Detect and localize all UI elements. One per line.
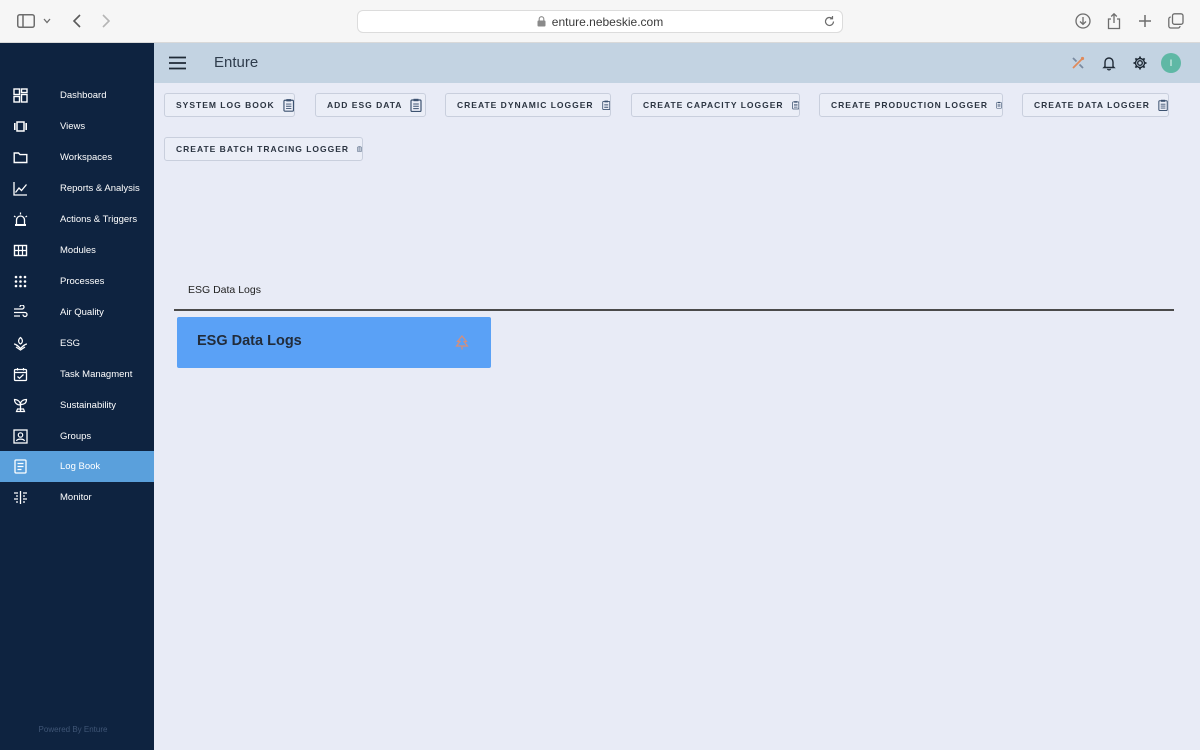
system-log-book-button[interactable]: SYSTEM LOG BOOK — [164, 93, 295, 117]
button-label: ADD ESG DATA — [327, 100, 403, 110]
clipboard-icon — [601, 100, 610, 111]
dashboard-icon — [13, 88, 28, 103]
url-text: enture.nebeskie.com — [551, 14, 664, 29]
clipboard-icon — [996, 101, 1002, 109]
line-chart-icon — [13, 182, 27, 196]
sidebar-item-sustainability[interactable]: Sustainability — [0, 390, 154, 421]
sidebar-item-modules[interactable]: Modules — [0, 235, 154, 266]
clipboard-icon — [357, 146, 362, 152]
views-icon — [14, 121, 27, 132]
calendar-check-icon — [13, 368, 28, 382]
forward-icon[interactable] — [96, 11, 116, 31]
card-title: ESG Data Logs — [197, 333, 302, 349]
new-tab-icon[interactable] — [1135, 11, 1155, 31]
create-data-logger-button[interactable]: CREATE DATA LOGGER — [1022, 93, 1169, 117]
tab-esg-data-logs[interactable]: ESG Data Logs — [188, 284, 261, 296]
bell-icon[interactable] — [1101, 55, 1117, 71]
sidebar-item-label: Reports & Analysis — [60, 183, 140, 194]
sidebar-item-processes[interactable]: Processes — [0, 266, 154, 297]
sidebar-item-label: ESG — [60, 338, 81, 349]
button-label: CREATE DYNAMIC LOGGER — [457, 100, 594, 110]
document-icon — [14, 459, 27, 474]
lock-icon — [537, 16, 546, 27]
sidebar-item-groups[interactable]: Groups — [0, 421, 154, 452]
download-icon[interactable] — [1073, 11, 1093, 31]
sidebar-item-actions[interactable]: Actions & Triggers — [0, 204, 154, 235]
groups-icon — [13, 429, 28, 444]
tree-icon — [455, 335, 469, 350]
tab-underline — [174, 309, 1174, 311]
wind-icon — [14, 305, 28, 318]
sidebar-item-label: Air Quality — [60, 307, 104, 318]
add-esg-data-button[interactable]: ADD ESG DATA — [315, 93, 426, 117]
sidebar-item-label: Log Book — [60, 461, 101, 472]
avatar[interactable]: I — [1161, 53, 1181, 73]
sidebar-item-label: Workspaces — [60, 152, 113, 163]
sidebar-item-label: Modules — [60, 245, 96, 256]
reload-icon[interactable] — [823, 15, 836, 28]
sidebar-item-label: Groups — [60, 431, 92, 442]
button-label: CREATE DATA LOGGER — [1034, 100, 1150, 110]
dots-grid-icon — [14, 275, 27, 288]
sidebar-item-dashboard[interactable]: Dashboard — [0, 80, 154, 111]
sidebar-item-monitor[interactable]: Monitor — [0, 482, 154, 513]
tools-icon[interactable] — [1070, 55, 1086, 71]
create-production-logger-button[interactable]: CREATE PRODUCTION LOGGER — [819, 93, 1003, 117]
button-label: CREATE CAPACITY LOGGER — [643, 100, 784, 110]
button-label: CREATE BATCH TRACING LOGGER — [176, 144, 350, 154]
sidebar-item-label: Views — [60, 121, 86, 132]
leaf-hand-icon — [13, 336, 28, 351]
sidebar-item-label: Dashboard — [60, 90, 107, 101]
sidebar: Dashboard Views Workspaces Reports & Ana… — [0, 43, 154, 750]
menu-icon[interactable] — [169, 56, 186, 70]
plant-icon — [13, 398, 28, 413]
tab-overview-icon[interactable] — [1166, 11, 1186, 31]
gear-icon[interactable] — [1132, 55, 1148, 71]
clipboard-icon — [410, 98, 423, 112]
sidebar-item-task-managment[interactable]: Task Managment — [0, 359, 154, 390]
browser-toolbar: enture.nebeskie.com — [0, 0, 1200, 43]
back-icon[interactable] — [67, 11, 87, 31]
sidebar-item-workspaces[interactable]: Workspaces — [0, 142, 154, 173]
button-label: SYSTEM LOG BOOK — [176, 100, 275, 110]
sidebar-toggle-icon[interactable] — [16, 11, 36, 31]
sidebar-item-log-book[interactable]: Log Book — [0, 451, 154, 482]
sidebar-item-esg[interactable]: ESG — [0, 328, 154, 359]
create-batch-tracing-logger-button[interactable]: CREATE BATCH TRACING LOGGER — [164, 137, 363, 161]
sidebar-item-views[interactable]: Views — [0, 111, 154, 142]
app-header: Enture I — [154, 43, 1200, 83]
sidebar-item-label: Task Managment — [60, 369, 133, 380]
sidebar-item-reports[interactable]: Reports & Analysis — [0, 173, 154, 204]
sidebar-item-label: Sustainability — [60, 400, 116, 411]
address-bar[interactable]: enture.nebeskie.com — [357, 10, 843, 33]
sidebar-item-air-quality[interactable]: Air Quality — [0, 297, 154, 328]
sidebar-item-label: Processes — [60, 276, 105, 287]
clipboard-icon — [282, 99, 294, 112]
clipboard-icon — [1158, 99, 1168, 111]
clipboard-icon — [791, 101, 799, 110]
button-label: CREATE PRODUCTION LOGGER — [831, 100, 989, 110]
share-icon[interactable] — [1104, 11, 1124, 31]
app-title: Enture — [214, 54, 259, 71]
grid-icon — [13, 244, 28, 257]
powered-by-text: Powered By Enture — [38, 725, 108, 734]
create-dynamic-logger-button[interactable]: CREATE DYNAMIC LOGGER — [445, 93, 611, 117]
create-capacity-logger-button[interactable]: CREATE CAPACITY LOGGER — [631, 93, 800, 117]
sidebar-item-label: Actions & Triggers — [60, 214, 138, 225]
monitor-icon — [14, 491, 27, 504]
folder-icon — [13, 152, 28, 164]
alarm-light-icon — [13, 212, 28, 226]
esg-data-logs-card[interactable]: ESG Data Logs — [177, 317, 491, 368]
sidebar-item-label: Monitor — [60, 492, 92, 503]
chevron-down-icon[interactable] — [40, 11, 54, 31]
